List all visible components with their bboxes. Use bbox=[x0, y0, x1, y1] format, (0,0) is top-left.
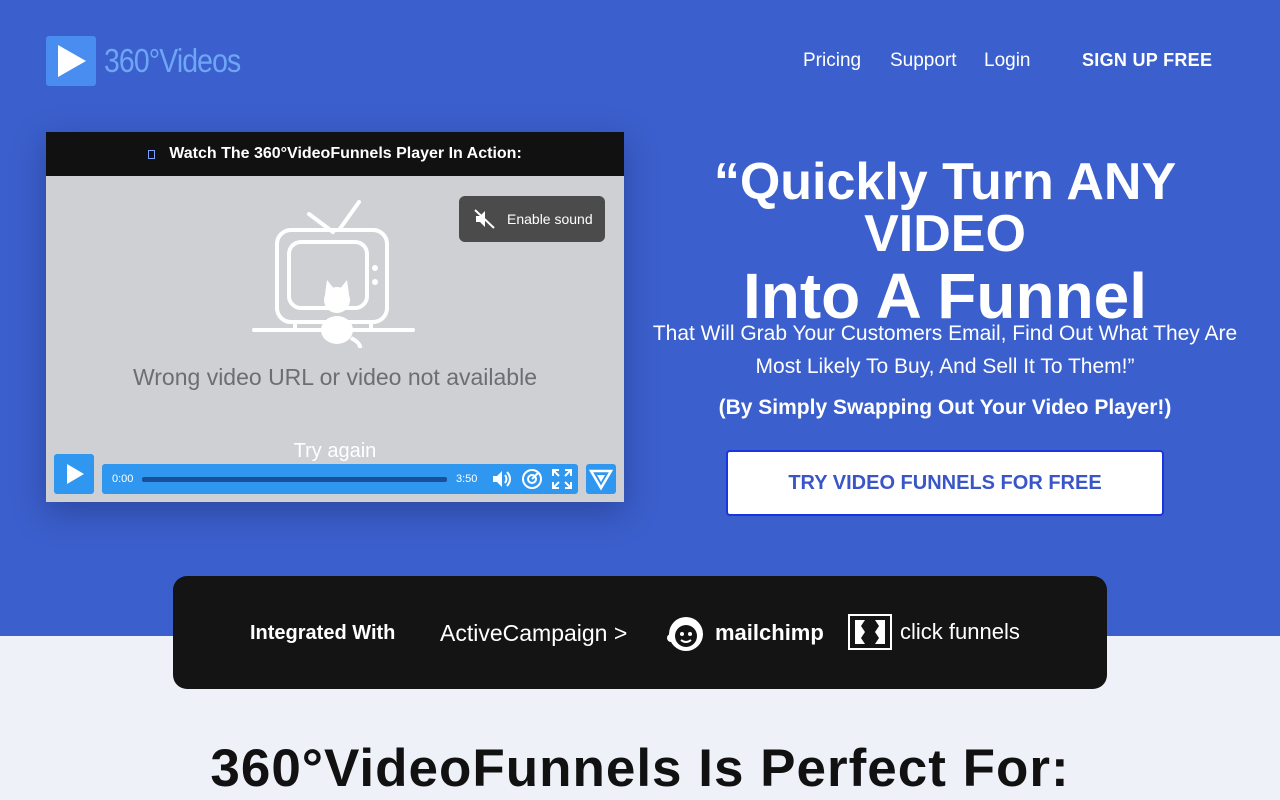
hero-subheadline-bold: (By Simply Swapping Out Your Video Playe… bbox=[718, 396, 1172, 419]
time-current: 0:00 bbox=[112, 473, 134, 485]
play-button[interactable] bbox=[54, 454, 94, 494]
control-bar: 0:00 3:50 bbox=[102, 464, 578, 494]
video-player[interactable]: Watch The 360°VideoFunnels Player In Act… bbox=[46, 132, 624, 502]
tv-cat-icon bbox=[251, 198, 421, 358]
nav-pricing[interactable]: Pricing bbox=[803, 50, 861, 72]
player-header-text: Watch The 360°VideoFunnels Player In Act… bbox=[169, 145, 522, 162]
error-message: Wrong video URL or video not available bbox=[132, 364, 537, 390]
clickfunnels-text: click funnels bbox=[900, 619, 1020, 644]
mute-icon bbox=[474, 209, 495, 229]
play-icon bbox=[46, 36, 96, 86]
progress-track[interactable] bbox=[142, 477, 447, 482]
clickfunnels-logo: click funnels bbox=[848, 614, 1020, 650]
logo[interactable]: 360°Videos bbox=[46, 36, 263, 86]
enable-sound-label: Enable sound bbox=[507, 211, 593, 227]
square-icon bbox=[148, 149, 156, 159]
mailchimp-text: mailchimp bbox=[715, 620, 824, 645]
volume-icon[interactable] bbox=[490, 467, 514, 491]
integrations-panel: Integrated With ActiveCampaign > mailchi… bbox=[173, 576, 1107, 689]
speed-icon[interactable] bbox=[520, 467, 544, 491]
signup-button[interactable]: SIGN UP FREE bbox=[1082, 50, 1212, 71]
fullscreen-icon[interactable] bbox=[550, 467, 574, 491]
hero-headline: “Quickly Turn ANY VIDEO Into A Funnel bbox=[650, 156, 1240, 328]
enable-sound-button[interactable]: Enable sound bbox=[459, 196, 605, 242]
mailchimp-logo: mailchimp bbox=[663, 610, 824, 656]
nav-support[interactable]: Support bbox=[890, 50, 957, 72]
clickfunnels-icon bbox=[848, 614, 892, 650]
nav-login[interactable]: Login bbox=[984, 50, 1031, 72]
logo-text: 360°Videos bbox=[104, 42, 241, 79]
try-free-button[interactable]: TRY VIDEO FUNNELS FOR FREE bbox=[726, 450, 1164, 516]
section-title: 360°VideoFunnels Is Perfect For: bbox=[210, 739, 1070, 798]
time-total: 3:50 bbox=[456, 473, 478, 485]
integrations-label: Integrated With bbox=[250, 622, 396, 644]
hero-subheadline: That Will Grab Your Customers Email, Fin… bbox=[652, 322, 1238, 378]
try-again-link[interactable]: Try again bbox=[46, 440, 624, 463]
mailchimp-icon bbox=[667, 617, 703, 651]
activecampaign-logo: ActiveCampaign > bbox=[440, 620, 628, 646]
player-brand-icon[interactable] bbox=[586, 464, 616, 494]
player-header: Watch The 360°VideoFunnels Player In Act… bbox=[46, 132, 624, 176]
headline-line-1: “Quickly Turn ANY VIDEO bbox=[713, 153, 1177, 263]
